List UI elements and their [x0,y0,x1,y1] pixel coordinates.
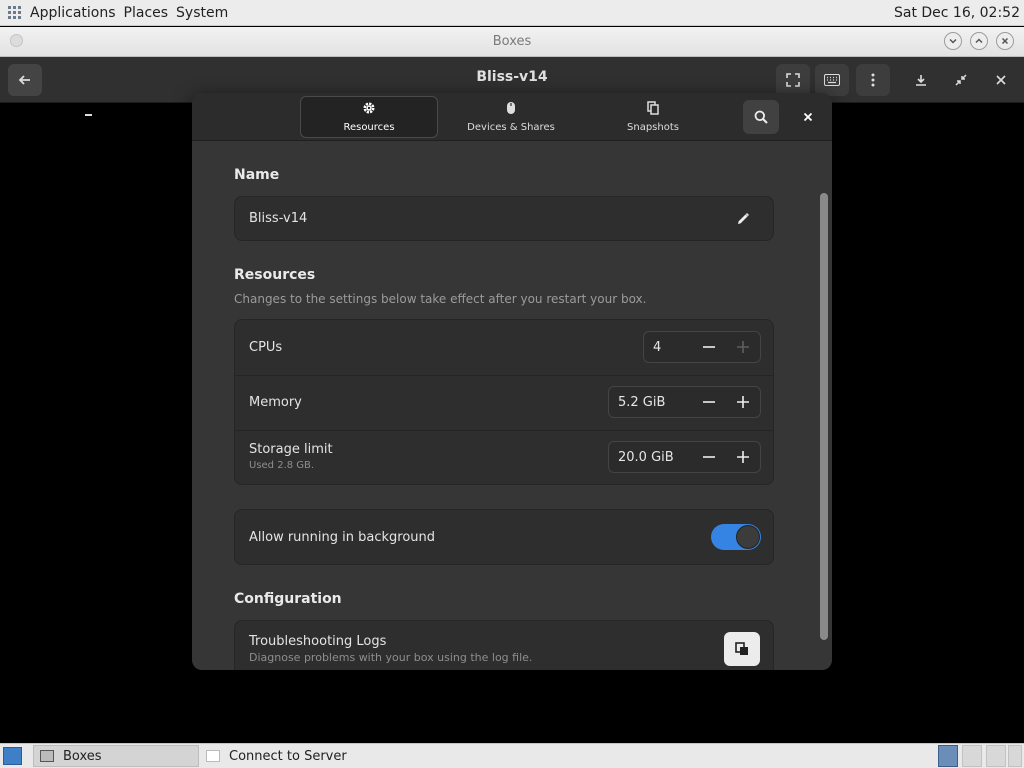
window-titlebar[interactable]: Boxes [0,27,1024,57]
tab-snapshots-label: Snapshots [627,122,679,133]
close-icon [803,112,813,122]
task-connect-to-server[interactable]: Connect to Server [200,745,430,767]
clock[interactable]: Sat Dec 16, 02:52 [894,5,1020,21]
menu-button[interactable] [856,64,890,96]
memory-decrease-button[interactable] [692,387,726,417]
chevron-down-icon [949,38,957,44]
tab-snapshots[interactable]: Snapshots [584,96,722,138]
tab-resources[interactable]: Resources [300,96,438,138]
troubleshooting-sublabel: Diagnose problems with your box using th… [249,651,533,664]
configuration-section-title: Configuration [234,591,342,607]
toggle-knob [736,525,760,549]
tab-devices-label: Devices & Shares [467,122,555,133]
storage-decrease-button[interactable] [692,442,726,472]
apps-grid-icon[interactable] [8,5,22,20]
memory-value[interactable]: 5.2 GiB [609,395,692,410]
download-button[interactable] [904,64,938,96]
name-value: Bliss-v14 [249,211,308,226]
show-desktop-button[interactable] [3,747,22,765]
search-icon [754,110,768,124]
taskbar: Boxes Connect to Server [0,743,1024,768]
dialog-content[interactable]: Name Bliss-v14 Resources Changes to the … [192,141,832,670]
keyboard-button[interactable] [815,64,849,96]
name-field[interactable]: Bliss-v14 [234,196,774,241]
troubleshooting-label: Troubleshooting Logs [249,634,387,649]
resources-section-title: Resources [234,267,316,283]
storage-increase-button[interactable] [726,442,760,472]
shrink-button[interactable] [944,64,978,96]
chevron-up-icon [975,38,983,44]
open-logs-button[interactable] [724,632,760,666]
storage-value[interactable]: 20.0 GiB [609,450,692,465]
troubleshooting-row[interactable]: Troubleshooting Logs Diagnose problems w… [234,620,774,670]
copy-icon [647,101,659,119]
search-button[interactable] [743,100,779,134]
menu-places[interactable]: Places [124,5,169,21]
tab-resources-label: Resources [343,122,395,133]
dialog-close-button[interactable] [795,105,821,129]
workspace-4[interactable] [1008,745,1022,767]
memory-increase-button[interactable] [726,387,760,417]
menu-applications[interactable]: Applications [30,5,116,21]
fullscreen-button[interactable] [776,64,810,96]
boxes-app-icon [40,750,54,762]
plus-icon [737,341,749,353]
window-menu-icon[interactable] [10,34,23,47]
background-row[interactable]: Allow running in background [234,509,774,565]
window-close-button[interactable] [996,32,1014,50]
window-title: Boxes [492,34,532,49]
background-toggle[interactable] [711,524,761,550]
row-divider [235,430,773,431]
download-icon [916,75,926,86]
cpus-stepper[interactable]: 4 [643,331,761,363]
workspace-2[interactable] [962,745,982,767]
text-cursor [85,114,92,116]
close-button[interactable] [984,64,1018,96]
plus-icon [737,396,749,408]
tab-devices-shares[interactable]: Devices & Shares [442,96,580,138]
minus-icon [703,456,715,458]
mouse-icon [506,101,516,119]
workspace-3[interactable] [986,745,1006,767]
cpus-increase-button[interactable] [726,332,760,362]
minus-icon [703,401,715,403]
memory-label: Memory [249,395,302,410]
plus-icon [737,451,749,463]
resources-subtitle: Changes to the settings below take effec… [234,292,647,306]
minus-icon [703,346,715,348]
resources-list: CPUs 4 Memory 5.2 GiB Storage limit Used… [234,319,774,485]
minimize-button[interactable] [944,32,962,50]
cpus-label: CPUs [249,340,283,355]
properties-dialog: Resources Devices & Shares Snapshots Nam… [192,93,832,670]
scrollbar[interactable] [820,193,828,640]
background-label: Allow running in background [249,530,436,545]
cpus-decrease-button[interactable] [692,332,726,362]
close-icon [1001,37,1009,45]
storage-label: Storage limit [249,442,333,457]
storage-stepper[interactable]: 20.0 GiB [608,441,761,473]
kebab-menu-icon [871,73,875,87]
task-connect-label: Connect to Server [229,748,347,764]
task-boxes-label: Boxes [63,748,102,764]
copy-document-icon [735,642,748,655]
maximize-button[interactable] [970,32,988,50]
cpus-value[interactable]: 4 [644,340,692,355]
folder-icon [206,750,220,762]
name-section-title: Name [234,167,280,183]
workspace-1[interactable] [938,745,958,767]
gear-icon [362,101,376,119]
task-boxes[interactable]: Boxes [33,745,199,767]
pencil-icon[interactable] [736,211,750,230]
shrink-icon [955,74,967,86]
keyboard-icon [824,74,840,86]
fullscreen-icon [786,73,800,87]
menu-system[interactable]: System [176,5,228,21]
top-panel: Applications Places System Sat Dec 16, 0… [0,0,1024,26]
close-icon [996,75,1006,85]
dialog-header: Resources Devices & Shares Snapshots [192,93,832,141]
memory-stepper[interactable]: 5.2 GiB [608,386,761,418]
row-divider [235,375,773,376]
storage-used-label: Used 2.8 GB. [249,460,315,471]
